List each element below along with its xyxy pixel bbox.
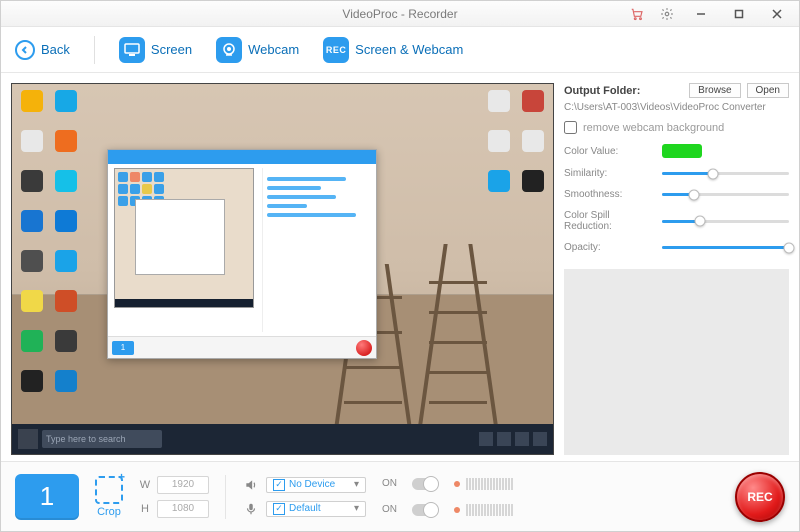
- speaker-toggle[interactable]: [412, 478, 438, 490]
- opacity-slider[interactable]: [662, 246, 789, 249]
- cart-icon[interactable]: [627, 4, 647, 24]
- record-button[interactable]: REC: [735, 472, 785, 522]
- settings-panel: Output Folder: Browse Open C:\Users\AT-0…: [564, 83, 789, 455]
- speaker-icon: [242, 478, 260, 492]
- taskbar: Type here to search: [12, 424, 553, 454]
- webcam-icon: [216, 37, 242, 63]
- check-icon: ✓: [273, 503, 285, 515]
- speaker-device-select[interactable]: ✓ No Device ▾: [266, 477, 366, 493]
- crop-button[interactable]: Crop: [95, 476, 123, 518]
- width-label: W: [139, 479, 151, 491]
- desktop-icons-right: [485, 90, 547, 204]
- ladder-icon: [423, 244, 493, 424]
- back-arrow-icon: [15, 40, 35, 60]
- back-label: Back: [41, 42, 70, 57]
- audio-levels: [454, 478, 513, 516]
- mode-screen[interactable]: Screen: [119, 37, 192, 63]
- dimensions: W 1920 H 1080: [139, 476, 209, 518]
- minimize-button[interactable]: [687, 4, 715, 24]
- screen-icon: [119, 37, 145, 63]
- work-area: 1 Type here to search Output Folder: Bro…: [1, 73, 799, 461]
- mode-screen-webcam[interactable]: REC Screen & Webcam: [323, 37, 463, 63]
- spill-label: Color Spill Reduction:: [564, 210, 656, 232]
- mode-screen-label: Screen: [151, 42, 192, 57]
- similarity-slider[interactable]: [662, 172, 789, 175]
- width-input[interactable]: 1920: [157, 476, 209, 494]
- titlebar: VideoProc - Recorder: [1, 1, 799, 27]
- remove-webcam-bg-checkbox[interactable]: remove webcam background: [564, 121, 789, 134]
- nested-window: 1: [107, 149, 377, 359]
- close-button[interactable]: [763, 4, 791, 24]
- mode-screen-webcam-label: Screen & Webcam: [355, 42, 463, 57]
- crop-icon: [95, 476, 123, 504]
- maximize-button[interactable]: [725, 4, 753, 24]
- height-label: H: [139, 503, 151, 515]
- spill-slider[interactable]: [662, 220, 789, 223]
- preview-canvas[interactable]: 1 Type here to search: [11, 83, 554, 455]
- height-input[interactable]: 1080: [157, 500, 209, 518]
- app-window: VideoProc - Recorder Back Screen: [0, 0, 800, 532]
- taskbar-search: Type here to search: [42, 430, 162, 448]
- start-icon: [18, 429, 38, 449]
- open-button[interactable]: Open: [747, 83, 789, 98]
- audio-devices: ✓ No Device ▾ ✓ Default ▾: [242, 477, 366, 517]
- check-icon: ✓: [273, 479, 285, 491]
- output-path: C:\Users\AT-003\Videos\VideoProc Convert…: [564, 102, 789, 113]
- audio-toggles: ON ON: [382, 478, 438, 516]
- screen-webcam-icon: REC: [323, 37, 349, 63]
- mic-toggle[interactable]: [412, 504, 438, 516]
- output-folder-label: Output Folder:: [564, 85, 640, 97]
- nested-rec-icon: [356, 340, 372, 356]
- gear-icon[interactable]: [657, 4, 677, 24]
- chevron-down-icon: ▾: [354, 503, 359, 514]
- window-title: VideoProc - Recorder: [342, 7, 457, 21]
- color-swatch[interactable]: [662, 144, 702, 158]
- display-selector[interactable]: 1: [15, 474, 79, 520]
- smoothness-label: Smoothness:: [564, 189, 656, 200]
- browse-button[interactable]: Browse: [689, 83, 740, 98]
- mode-webcam[interactable]: Webcam: [216, 37, 299, 63]
- settings-empty-area: [564, 269, 789, 455]
- back-button[interactable]: Back: [15, 40, 70, 60]
- chevron-down-icon: ▾: [354, 479, 359, 490]
- smoothness-slider[interactable]: [662, 193, 789, 196]
- level-dot-icon: [454, 507, 460, 513]
- mic-device-select[interactable]: ✓ Default ▾: [266, 501, 366, 517]
- similarity-label: Similarity:: [564, 168, 656, 179]
- microphone-icon: [242, 502, 260, 516]
- mode-webcam-label: Webcam: [248, 42, 299, 57]
- footer-bar: 1 Crop W 1920 H 1080 ✓ No Device: [1, 461, 799, 531]
- desktop-icons-left: [18, 90, 80, 404]
- main-nav: Back Screen Webcam REC Screen & Webcam: [1, 27, 799, 73]
- color-value-label: Color Value:: [564, 146, 656, 157]
- opacity-label: Opacity:: [564, 242, 656, 253]
- level-dot-icon: [454, 481, 460, 487]
